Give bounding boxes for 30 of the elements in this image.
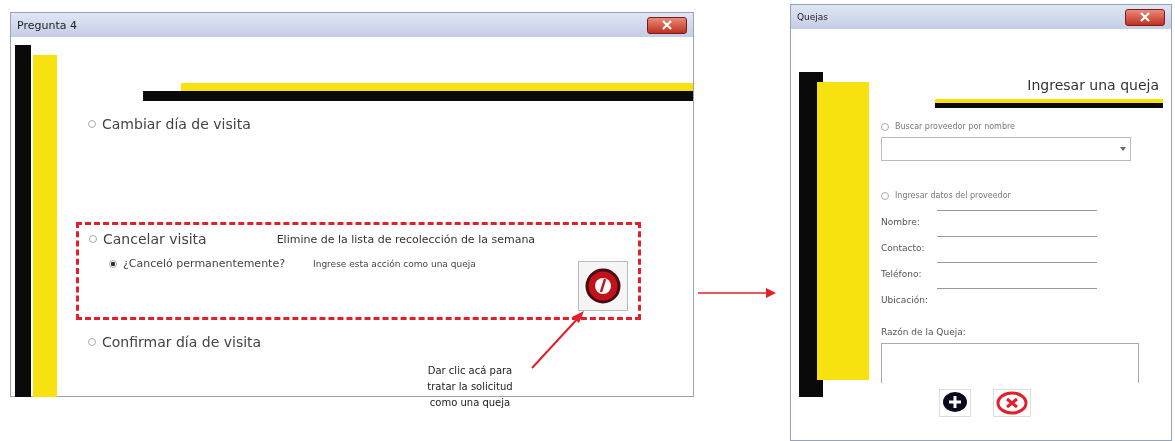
field-label: Teléfono: xyxy=(881,269,923,279)
window-title: Quejas xyxy=(797,12,829,22)
radio-option[interactable]: ¿Canceló permanentemente? xyxy=(109,257,286,270)
alert-icon xyxy=(585,268,621,304)
radio-option[interactable]: Ingresar datos del proveedor xyxy=(881,191,1011,200)
close-icon xyxy=(1139,12,1151,22)
radio-option[interactable]: Cancelar visita xyxy=(89,231,207,247)
close-button[interactable] xyxy=(647,16,687,34)
plus-icon xyxy=(942,391,968,413)
field-label: Ubicación: xyxy=(881,295,929,305)
callout-text: Dar clic acá para tratar la solicitud como una queja xyxy=(426,364,514,410)
cancel-icon xyxy=(996,391,1028,415)
field-label: Nombre: xyxy=(881,217,921,227)
form-heading: Ingresar una queja xyxy=(1027,77,1159,93)
cancel-button[interactable] xyxy=(993,389,1031,417)
dropdown-icon xyxy=(1120,147,1126,151)
field-label: Contacto: xyxy=(881,243,926,253)
hint-text: Ingrese esta acción como una queja xyxy=(313,259,476,269)
radio-option[interactable]: Cambiar día de visita xyxy=(88,116,251,132)
close-button[interactable] xyxy=(1125,8,1165,26)
provider-dropdown[interactable] xyxy=(881,137,1131,161)
close-icon xyxy=(661,20,673,30)
complaint-button[interactable] xyxy=(578,261,628,311)
add-button[interactable] xyxy=(939,389,971,417)
field-label: Razón de la Queja: xyxy=(881,327,966,337)
reason-textarea[interactable] xyxy=(881,343,1139,383)
radio-option[interactable]: Buscar proveedor por nombre xyxy=(881,122,1015,131)
option-note: Elimine de la lista de recolección de la semana xyxy=(276,233,536,246)
radio-option[interactable]: Confirmar día de visita xyxy=(88,334,262,350)
window-title: Pregunta 4 xyxy=(17,18,77,32)
